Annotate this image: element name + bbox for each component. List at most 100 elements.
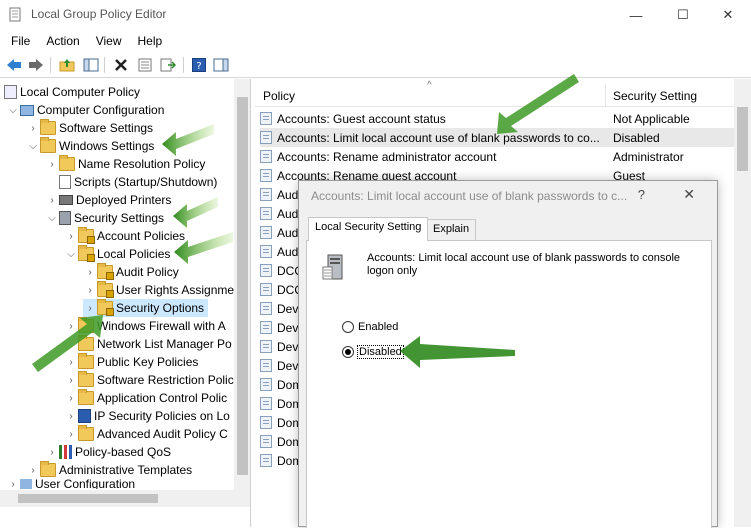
tree-item-security-settings[interactable]: ⌵ Security Settings bbox=[45, 209, 164, 227]
collapse-icon[interactable]: ⌵ bbox=[45, 213, 59, 224]
tree-item-scripts[interactable]: Scripts (Startup/Shutdown) bbox=[45, 173, 217, 191]
policy-name: Dev bbox=[277, 301, 299, 316]
qos-chart-icon bbox=[59, 445, 72, 459]
tree-item-administrative-templates[interactable]: › Administrative Templates bbox=[26, 461, 192, 479]
export-list-button[interactable] bbox=[159, 56, 177, 74]
collapse-icon[interactable]: ⌵ bbox=[64, 249, 78, 260]
tab-local-security-setting[interactable]: Local Security Setting bbox=[308, 217, 429, 241]
tree-item-user-rights-assignment[interactable]: › User Rights Assignme bbox=[83, 281, 234, 299]
policy-row[interactable]: Accounts: Limit local account use of bla… bbox=[260, 128, 735, 147]
scrollbar-thumb[interactable] bbox=[237, 97, 248, 475]
expand-icon[interactable]: › bbox=[45, 159, 59, 170]
show-hide-tree-button[interactable] bbox=[82, 56, 100, 74]
show-hide-action-pane-button[interactable] bbox=[212, 56, 230, 74]
expand-icon[interactable]: › bbox=[64, 411, 78, 422]
expand-icon[interactable]: › bbox=[64, 321, 78, 332]
up-folder-icon bbox=[59, 59, 75, 72]
folder-icon bbox=[78, 353, 94, 369]
tree-item-local-computer-policy[interactable]: Local Computer Policy bbox=[4, 83, 140, 101]
folder-icon bbox=[78, 389, 94, 405]
expand-icon[interactable]: › bbox=[64, 375, 78, 386]
menu-help[interactable]: Help bbox=[130, 34, 171, 48]
tree-item-account-policies[interactable]: › Account Policies bbox=[64, 227, 185, 245]
policy-name: Dev bbox=[277, 358, 299, 373]
scrollbar-thumb[interactable] bbox=[737, 107, 748, 171]
minimize-button[interactable]: — bbox=[613, 0, 659, 30]
up-folder-button[interactable] bbox=[58, 56, 76, 74]
tree-item-name-resolution-policy[interactable]: › Name Resolution Policy bbox=[45, 155, 205, 173]
tab-explain[interactable]: Explain bbox=[426, 219, 477, 240]
forward-button[interactable] bbox=[27, 56, 45, 74]
maximize-button[interactable]: ☐ bbox=[660, 0, 706, 30]
tree-item-application-control-policies[interactable]: › Application Control Polic bbox=[64, 389, 227, 407]
policy-row[interactable]: Accounts: Rename administrator account Ad… bbox=[260, 147, 735, 166]
collapse-icon[interactable]: ⌵ bbox=[26, 141, 40, 152]
enabled-option[interactable]: Enabled bbox=[342, 321, 398, 333]
tree-item-policy-based-qos[interactable]: › Policy-based QoS bbox=[45, 443, 171, 461]
delete-button[interactable] bbox=[112, 56, 130, 74]
expand-icon[interactable]: › bbox=[64, 357, 78, 368]
secured-folder-icon bbox=[78, 227, 95, 244]
policy-setting-icon bbox=[260, 245, 272, 258]
tree-item-public-key-policies[interactable]: › Public Key Policies bbox=[64, 353, 198, 371]
menu-view[interactable]: View bbox=[88, 34, 130, 48]
policy-setting-icon bbox=[260, 283, 272, 296]
dialog-close-icon[interactable]: ✕ bbox=[683, 186, 695, 203]
tree-item-security-options[interactable]: › Security Options bbox=[83, 299, 209, 317]
security-setting-value: Not Applicable bbox=[613, 111, 690, 126]
expand-icon[interactable]: › bbox=[83, 267, 97, 278]
tree-item-audit-policy[interactable]: › Audit Policy bbox=[83, 263, 179, 281]
policy-setting-icon bbox=[260, 321, 272, 334]
properties-icon bbox=[138, 58, 152, 72]
tree-item-computer-configuration[interactable]: ⌵ Computer Configuration bbox=[6, 101, 164, 119]
menu-file[interactable]: File bbox=[3, 34, 38, 48]
back-button[interactable] bbox=[5, 56, 23, 74]
expand-icon[interactable]: › bbox=[83, 303, 97, 314]
tree-item-local-policies[interactable]: ⌵ Local Policies bbox=[64, 245, 170, 263]
policy-setting-icon bbox=[260, 302, 272, 315]
expand-icon[interactable]: › bbox=[64, 429, 78, 440]
policy-name: Dev bbox=[277, 320, 299, 335]
properties-button[interactable] bbox=[136, 56, 154, 74]
tree-item-deployed-printers[interactable]: › Deployed Printers bbox=[45, 191, 171, 209]
column-header-policy[interactable]: Policy bbox=[263, 89, 295, 103]
security-settings-icon bbox=[59, 211, 71, 225]
policy-name: Aud bbox=[277, 187, 299, 202]
scrollbar-thumb[interactable] bbox=[18, 494, 158, 503]
disabled-radio[interactable] bbox=[342, 346, 354, 358]
expand-icon[interactable]: › bbox=[6, 479, 20, 489]
tree-vertical-scrollbar[interactable] bbox=[234, 79, 250, 490]
policy-setting-icon bbox=[260, 416, 272, 429]
expand-icon[interactable]: › bbox=[26, 123, 40, 134]
policy-name: Aud bbox=[277, 244, 299, 259]
expand-icon[interactable]: › bbox=[26, 465, 40, 476]
tree-item-network-list-manager[interactable]: Network List Manager Po bbox=[64, 335, 232, 353]
expand-icon[interactable]: › bbox=[64, 393, 78, 404]
menu-action[interactable]: Action bbox=[38, 34, 87, 48]
help-button[interactable]: ? bbox=[190, 56, 208, 74]
expand-icon[interactable]: › bbox=[83, 285, 97, 296]
secured-folder-icon bbox=[97, 281, 114, 298]
tree-item-advanced-audit-policy[interactable]: › Advanced Audit Policy C bbox=[64, 425, 228, 443]
collapse-icon[interactable]: ⌵ bbox=[6, 105, 20, 116]
disabled-option[interactable]: Disabled bbox=[342, 345, 404, 359]
list-vertical-scrollbar[interactable] bbox=[734, 79, 751, 527]
tree-item-windows-settings[interactable]: ⌵ Windows Settings bbox=[26, 137, 154, 155]
expand-icon[interactable]: › bbox=[45, 195, 59, 206]
tree-item-ip-security-policies[interactable]: › IP Security Policies on Lo bbox=[64, 407, 230, 425]
folder-icon bbox=[78, 335, 94, 351]
expand-icon[interactable]: › bbox=[45, 447, 59, 458]
tree-item-windows-firewall[interactable]: › Windows Firewall with A bbox=[64, 317, 226, 335]
tree-item-software-restriction-policies[interactable]: › Software Restriction Polic bbox=[64, 371, 234, 389]
disabled-label: Disabled bbox=[357, 345, 404, 359]
column-header-security-setting[interactable]: Security Setting bbox=[613, 89, 697, 103]
help-icon[interactable]: ? bbox=[638, 187, 645, 202]
close-button[interactable]: ✕ bbox=[705, 0, 751, 30]
tree-item-software-settings[interactable]: › Software Settings bbox=[26, 119, 153, 137]
expand-icon[interactable]: › bbox=[64, 231, 78, 242]
list-header: Policy ^ Security Setting bbox=[255, 80, 735, 107]
tree-item-user-configuration[interactable]: › User Configuration bbox=[6, 479, 135, 489]
enabled-radio[interactable] bbox=[342, 321, 354, 333]
policy-row[interactable]: Accounts: Guest account status Not Applic… bbox=[260, 109, 735, 128]
tree-horizontal-scrollbar[interactable] bbox=[0, 490, 250, 507]
